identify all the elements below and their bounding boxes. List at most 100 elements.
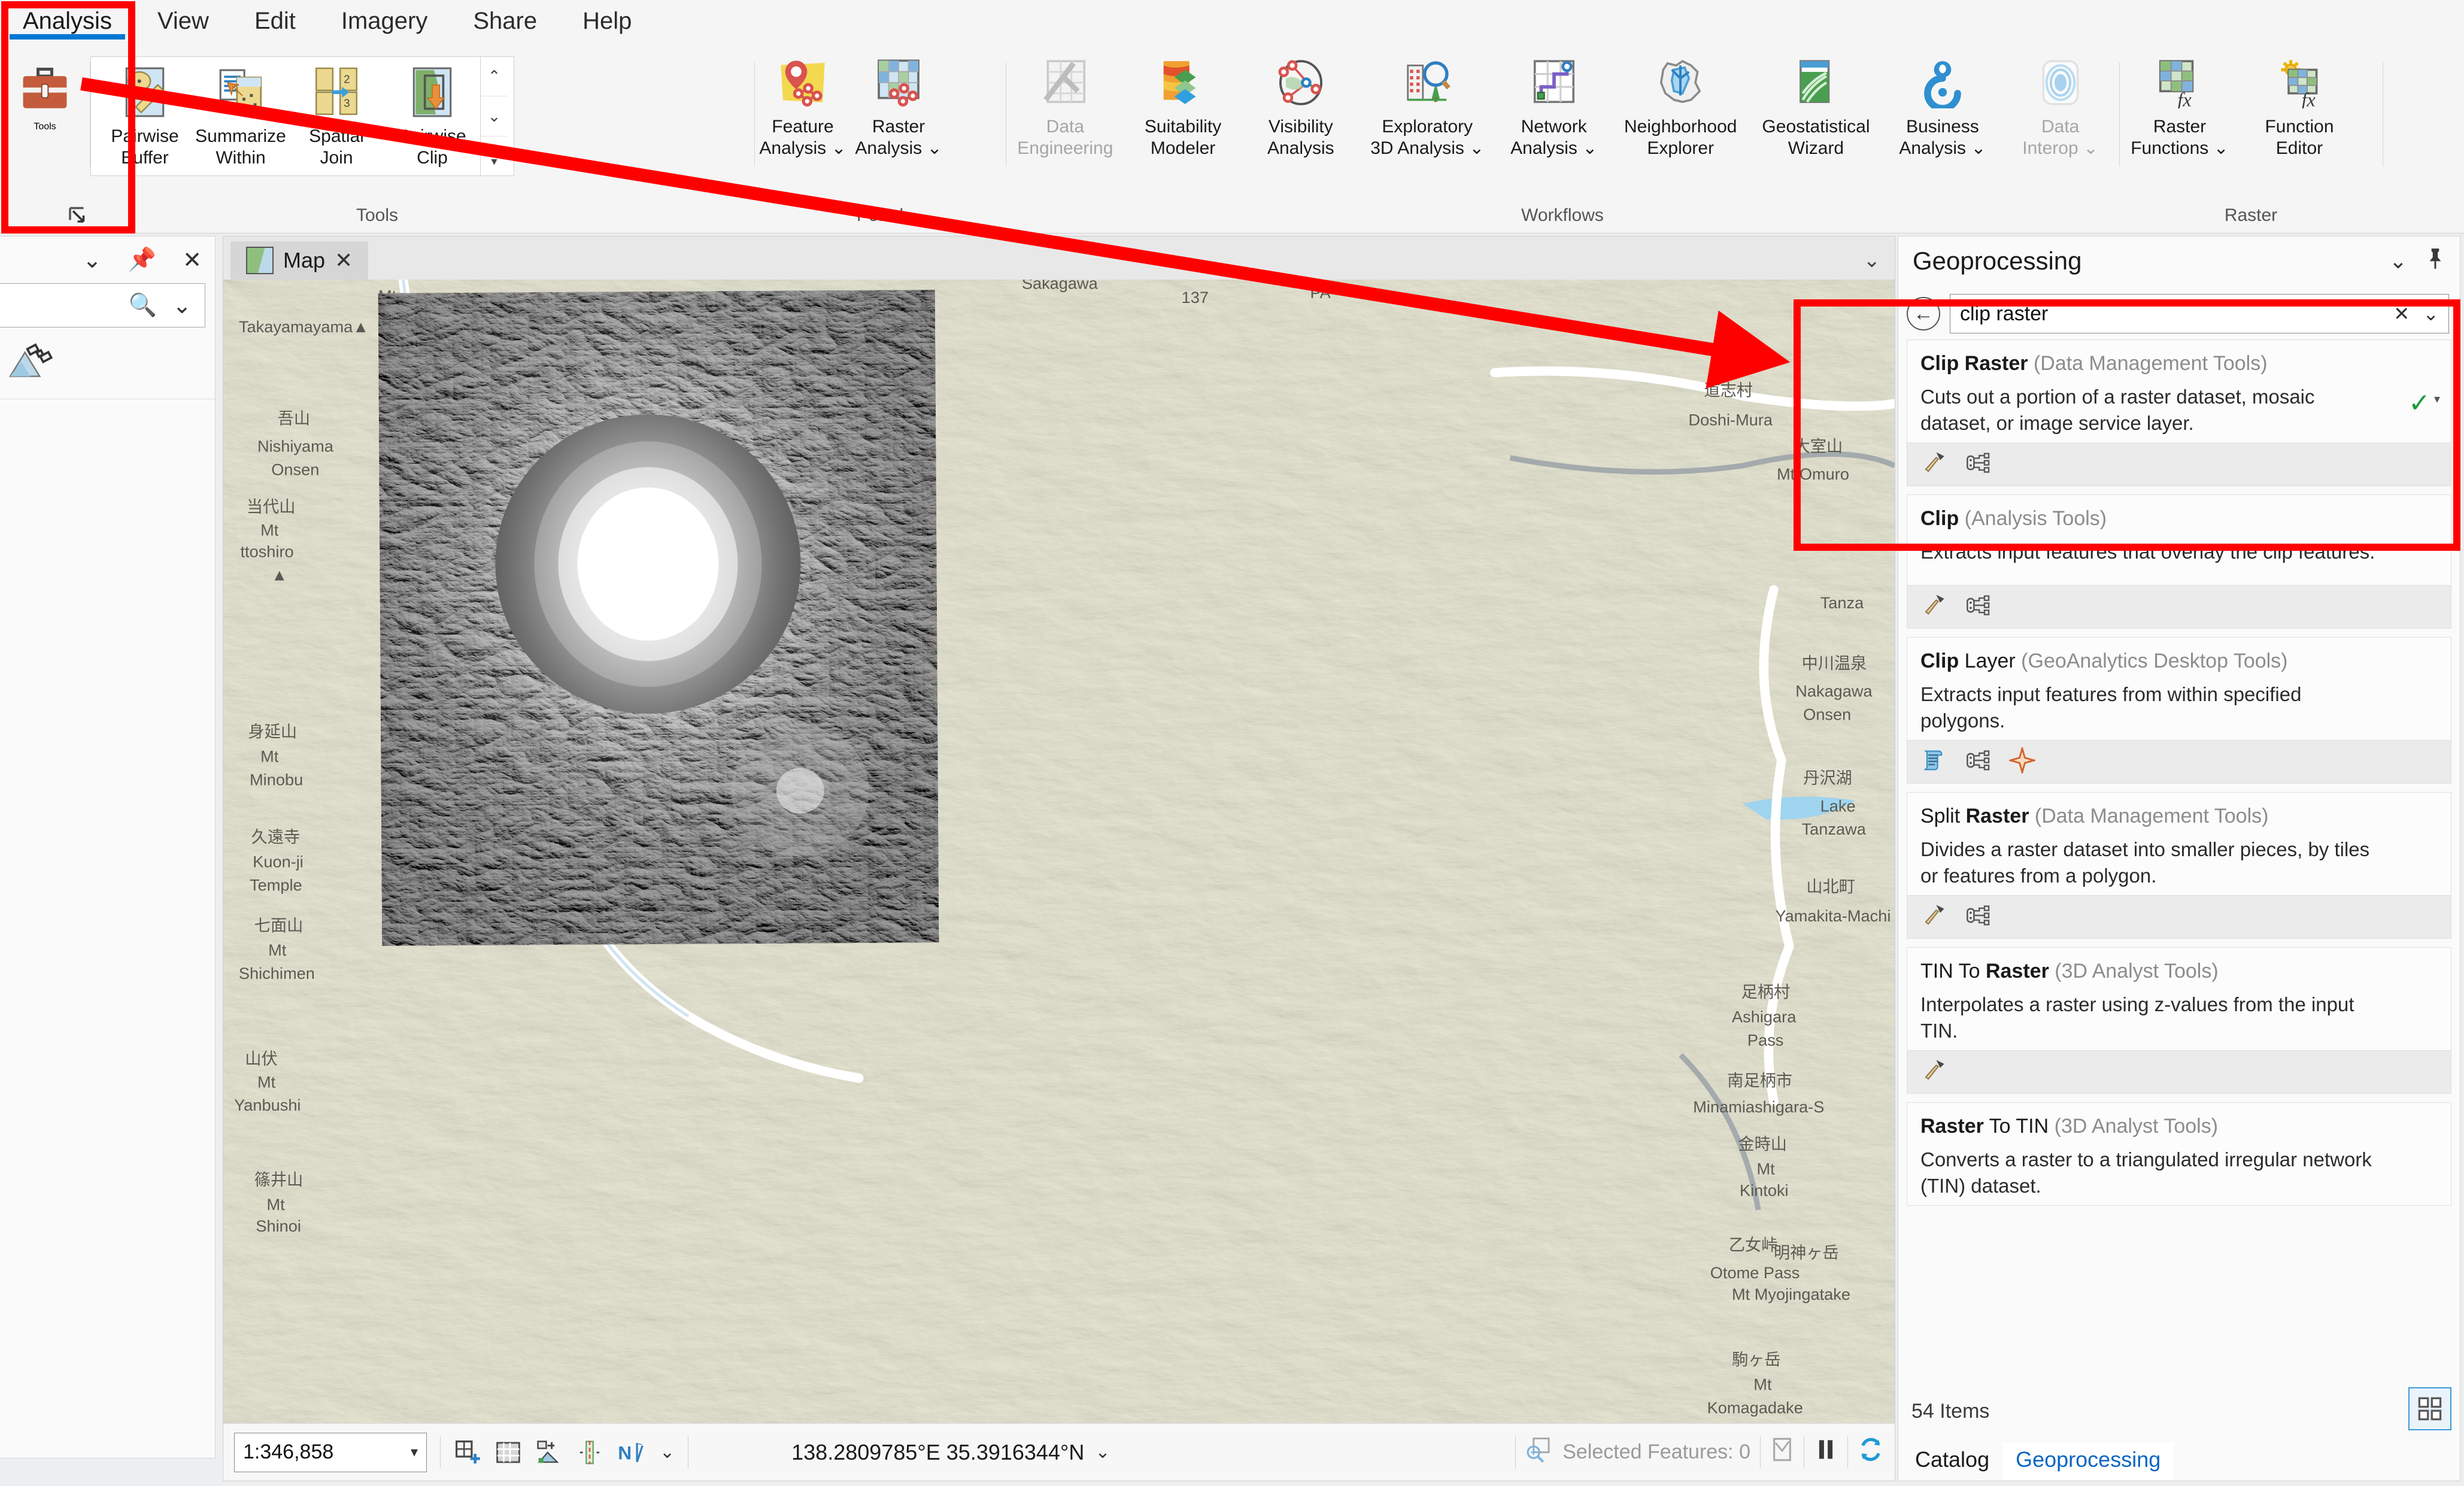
search-result-item[interactable]: Clip Layer (GeoAnalytics Desktop Tools) … bbox=[1907, 637, 2451, 784]
dialog-launcher-icon[interactable] bbox=[67, 204, 91, 228]
scroll-down-icon[interactable]: ⌄ bbox=[481, 96, 508, 137]
result-name: Clip bbox=[1920, 507, 1959, 530]
gallery-item-label: Summarize Within bbox=[195, 126, 286, 168]
chevron-down-icon[interactable]: ⌄ bbox=[1095, 1442, 1110, 1463]
measure-icon[interactable] bbox=[576, 1439, 603, 1466]
feature-analysis-button[interactable]: Feature Analysis ⌄ bbox=[755, 54, 851, 159]
hammer-tool-icon[interactable] bbox=[1920, 902, 1947, 932]
gallery-item-spatial-join[interactable]: 23 Spatial Join bbox=[289, 63, 384, 169]
hammer-tool-icon[interactable] bbox=[1920, 450, 1947, 479]
data-engineering-button[interactable]: Data Engineering bbox=[1006, 54, 1124, 159]
search-icon[interactable]: 🔍 bbox=[129, 292, 157, 319]
result-title: TIN To Raster (3D Analyst Tools) bbox=[1920, 960, 2438, 983]
script-tool-icon[interactable] bbox=[1920, 747, 1947, 777]
map-tab[interactable]: Map ✕ bbox=[230, 241, 369, 280]
clear-x-icon[interactable]: ✕ bbox=[2393, 302, 2410, 325]
chevron-down-icon[interactable]: ▾ bbox=[2434, 392, 2440, 407]
function-editor-button[interactable]: fx Function Editor bbox=[2240, 54, 2359, 159]
chevron-down-icon[interactable]: ⌄ bbox=[2423, 302, 2439, 325]
chevron-down-icon[interactable]: ⌄ bbox=[83, 247, 102, 274]
selected-features-status: Selected Features: 0 bbox=[1515, 1436, 1884, 1469]
map-label: Kintoki bbox=[1740, 1181, 1789, 1200]
favorite-check[interactable]: ✓ ▾ bbox=[2408, 390, 2440, 417]
contents-layer-row[interactable] bbox=[0, 327, 215, 399]
map-label: ▲ bbox=[271, 565, 287, 584]
map-label: 久遠寺 bbox=[251, 827, 301, 846]
tools-gallery[interactable]: Pairwise Buffer Summarize Within 2 3 Spa… bbox=[90, 56, 514, 176]
exploratory-3d-analysis-button[interactable]: Exploratory 3D Analysis ⌄ bbox=[1360, 54, 1495, 159]
gallery-expand-icon[interactable]: ▾ ▾ bbox=[481, 137, 508, 176]
chevron-down-icon[interactable]: ⌄ bbox=[2389, 248, 2407, 274]
search-result-item[interactable]: TIN To Raster (3D Analyst Tools) Interpo… bbox=[1907, 947, 2451, 1094]
model-builder-icon[interactable] bbox=[1965, 450, 1991, 479]
chevron-down-icon[interactable]: ⌄ bbox=[660, 1442, 675, 1463]
grid-view-icon[interactable] bbox=[2408, 1387, 2451, 1430]
map-scale-selector[interactable]: 1:346,858 ▾ bbox=[234, 1432, 427, 1472]
ribbon-tab-share[interactable]: Share bbox=[450, 0, 560, 43]
search-result-item[interactable]: Raster To TIN (3D Analyst Tools) Convert… bbox=[1907, 1102, 2451, 1206]
map-canvas[interactable]: 中央市MtKushigataTakayamayama▲吾山NishiyamaOn… bbox=[223, 280, 1895, 1481]
ribbon-tab-view[interactable]: View bbox=[135, 0, 232, 43]
gallery-item-pairwise-buffer[interactable]: Pairwise Buffer bbox=[97, 63, 193, 169]
tab-geoprocessing[interactable]: Geoprocessing bbox=[2002, 1442, 2174, 1481]
search-results-list[interactable]: Clip Raster (Data Management Tools) Cuts… bbox=[1898, 339, 2460, 1385]
gallery-item-summarize-within[interactable]: Summarize Within bbox=[193, 63, 289, 169]
suitability-modeler-button[interactable]: Suitability Modeler bbox=[1124, 54, 1242, 159]
search-input[interactable]: clip raster ✕ ⌄ bbox=[1950, 294, 2449, 333]
pause-icon[interactable] bbox=[1814, 1436, 1838, 1469]
model-builder-icon[interactable] bbox=[1965, 747, 1991, 777]
raster-functions-label: Raster Functions ⌄ bbox=[2131, 117, 2229, 158]
map-label: Mt bbox=[260, 520, 279, 539]
search-result-item[interactable]: Clip Raster (Data Management Tools) Cuts… bbox=[1907, 339, 2451, 486]
search-result-item[interactable]: Split Raster (Data Management Tools) Div… bbox=[1907, 792, 2451, 939]
spark-icon[interactable] bbox=[2007, 745, 2038, 777]
map-label: Mt bbox=[1756, 1159, 1775, 1178]
business-analysis-button[interactable]: Business Analysis ⌄ bbox=[1884, 54, 2002, 159]
pin-icon[interactable] bbox=[2425, 247, 2445, 275]
grid-icon[interactable] bbox=[494, 1439, 522, 1466]
contents-search-input[interactable]: 🔍 ⌄ bbox=[0, 283, 205, 327]
drawing-mode-icon[interactable] bbox=[1770, 1436, 1794, 1469]
gallery-scrollbar[interactable]: ⌃ ⌄ ▾ ▾ bbox=[480, 56, 508, 176]
search-result-item[interactable]: Clip (Analysis Tools) Extracts input fea… bbox=[1907, 495, 2451, 629]
gallery-item-pairwise-clip[interactable]: Pairwise Clip bbox=[384, 63, 480, 169]
ribbon-tab-imagery[interactable]: Imagery bbox=[318, 0, 451, 43]
hammer-tool-icon[interactable] bbox=[1920, 1057, 1947, 1087]
add-point-icon[interactable] bbox=[535, 1439, 563, 1466]
data-interop-button[interactable]: Data Interop ⌄ bbox=[2001, 54, 2119, 159]
suitability-modeler-icon bbox=[1154, 54, 1212, 111]
ribbon-tab-edit[interactable]: Edit bbox=[232, 0, 318, 43]
refresh-icon[interactable] bbox=[1858, 1436, 1884, 1469]
map-label: Kuon-ji bbox=[253, 853, 304, 871]
add-grid-icon[interactable] bbox=[454, 1439, 481, 1466]
geostatistical-wizard-button[interactable]: Geostatistical Wizard bbox=[1748, 54, 1883, 159]
hammer-tool-icon[interactable] bbox=[1920, 592, 1947, 621]
map-label: Nishiyama bbox=[257, 436, 334, 455]
result-icon-row bbox=[1907, 1050, 2451, 1093]
map-label: Pass bbox=[1747, 1030, 1783, 1049]
ribbon-tab-analysis[interactable]: Analysis bbox=[0, 0, 135, 43]
close-icon[interactable]: ✕ bbox=[335, 248, 353, 273]
tools-button[interactable]: Tools bbox=[0, 54, 90, 132]
model-builder-icon[interactable] bbox=[1965, 902, 1991, 932]
chevron-down-icon[interactable]: ⌄ bbox=[1864, 248, 1881, 272]
tab-catalog[interactable]: Catalog bbox=[1902, 1442, 2002, 1481]
neighborhood-explorer-button[interactable]: Neighborhood Explorer bbox=[1613, 54, 1748, 159]
raster-functions-button[interactable]: fx Raster Functions ⌄ bbox=[2120, 54, 2240, 159]
select-by-rect-icon[interactable] bbox=[1525, 1436, 1553, 1469]
chevron-down-icon[interactable]: ⌄ bbox=[172, 292, 192, 319]
chevron-down-icon[interactable]: ▾ bbox=[411, 1443, 418, 1461]
map-label: 金時山 bbox=[1738, 1135, 1787, 1153]
close-icon[interactable]: ✕ bbox=[183, 247, 202, 274]
visibility-analysis-button[interactable]: Visibility Analysis bbox=[1242, 54, 1360, 159]
svg-text:N: N bbox=[618, 1442, 632, 1463]
pin-icon[interactable]: 📌 bbox=[128, 247, 156, 273]
exploratory-3d-analysis-label: Exploratory 3D Analysis ⌄ bbox=[1370, 117, 1485, 158]
north-arrow-icon[interactable]: N bbox=[617, 1439, 647, 1466]
scroll-up-icon[interactable]: ⌃ bbox=[481, 56, 508, 96]
network-analysis-button[interactable]: Network Analysis ⌄ bbox=[1495, 54, 1613, 159]
raster-analysis-button[interactable]: Raster Analysis ⌄ bbox=[851, 54, 946, 159]
model-builder-icon[interactable] bbox=[1965, 592, 1991, 621]
back-arrow-icon[interactable]: ← bbox=[1907, 297, 1940, 330]
ribbon-tab-help[interactable]: Help bbox=[560, 0, 654, 43]
